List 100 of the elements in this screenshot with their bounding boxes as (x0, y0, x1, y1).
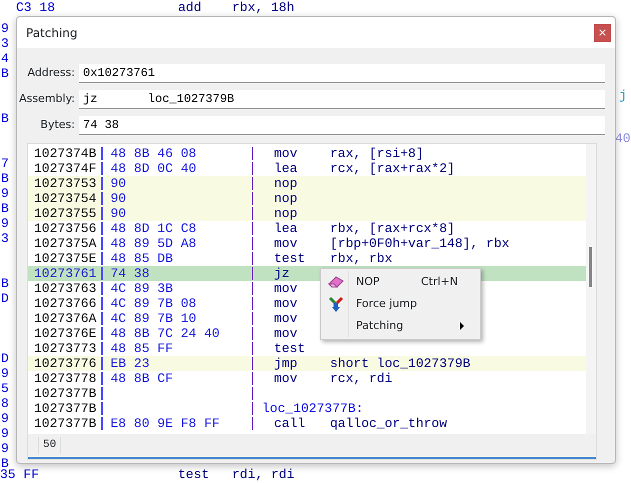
hex-fragment: 9 (1, 426, 9, 441)
mnemonic: nop (274, 176, 298, 191)
operands: rdi, rdi (232, 467, 294, 482)
hex-fragment: B (1, 66, 9, 81)
mnemonic: add (178, 0, 202, 15)
hex-fragment: 4 (1, 51, 9, 66)
operands: rcx, [rax+rax*2] (330, 161, 455, 176)
mnemonic: call (274, 416, 306, 431)
hex-bytes: EB 23 (110, 356, 151, 371)
hex-fragment: D (1, 351, 9, 366)
hex-bytes: 90 (110, 191, 128, 206)
address: 1027377B (34, 416, 98, 431)
mnemonic: test (274, 251, 306, 266)
address: 10273766 (34, 296, 98, 311)
field-label: Bytes: (39, 116, 76, 133)
address: 10273753 (34, 176, 98, 191)
operands: rbx, [rax+rcx*8] (330, 221, 455, 236)
text-field[interactable]: 74 38 (79, 116, 605, 134)
hex-bytes: 90 (110, 176, 128, 191)
address: 1027375A (34, 236, 98, 251)
dialog-title: Patching (26, 24, 78, 42)
hex-bytes: 35 FF (0, 467, 40, 482)
operands: rcx, rdi (330, 371, 392, 386)
hex-bytes: 48 8D 1C C8 (110, 221, 198, 236)
mnemonic: mov (274, 311, 298, 326)
mnemonic: nop (274, 206, 298, 221)
column-count: 50 (38, 437, 62, 454)
hex-bytes: 48 8D 0C 40 (110, 161, 198, 176)
code-label: loc_1027377B: (262, 401, 364, 416)
hex-bytes: 48 8B CF (110, 371, 174, 386)
hex-fragment: 7 (1, 156, 9, 171)
address: 1027376E (34, 326, 98, 341)
hex-fragment: 9 (1, 366, 9, 381)
hex-fragment: B (1, 201, 9, 216)
hex-bytes: E8 80 9E F8 FF (110, 416, 221, 431)
close-button[interactable]: × (594, 24, 611, 42)
hex-bytes: 48 8B 7C 24 40 (110, 326, 221, 341)
mnemonic: test (274, 341, 306, 356)
address: 10273773 (34, 341, 98, 356)
field-label: Address: (26, 64, 76, 81)
address: 10273761 (34, 266, 98, 281)
hex-fragment: B (1, 171, 9, 186)
eraser-icon (328, 275, 344, 289)
mnemonic: mov (274, 326, 298, 341)
fork-arrows-icon (328, 296, 344, 312)
instruction-fragment: j (619, 88, 627, 103)
hex-fragment: 9 (1, 216, 9, 231)
address: 1027377B (34, 401, 98, 416)
hex-bytes: 4C 89 7B 10 (110, 311, 198, 326)
menu-item[interactable]: Force jump (323, 293, 478, 315)
hex-bytes: 90 (110, 206, 128, 221)
mnemonic: lea (274, 221, 298, 236)
mnemonic: jz (274, 266, 291, 281)
mnemonic: jmp (274, 356, 298, 371)
address: 10273763 (34, 281, 98, 296)
mnemonic: lea (274, 161, 298, 176)
mnemonic: mov (274, 296, 298, 311)
address: 1027376A (34, 311, 98, 326)
mnemonic: mov (274, 236, 298, 251)
menu-item[interactable]: Patching (323, 315, 478, 337)
hex-bytes: 4C 89 3B (110, 281, 174, 296)
address: 10273756 (34, 221, 98, 236)
hex-fragment: D (1, 291, 9, 306)
mnemonic: nop (274, 191, 298, 206)
address: 1027377B (34, 386, 98, 401)
mnemonic: test (178, 467, 210, 482)
address: 10273754 (34, 191, 98, 206)
hex-fragment: 9 (1, 441, 9, 456)
hex-bytes: 48 8B 46 08 (110, 146, 198, 161)
operands: rax, [rsi+8] (330, 146, 424, 161)
hex-fragment: 5 (1, 381, 9, 396)
mnemonic: mov (274, 371, 298, 386)
operands: [rbp+0F0h+var_148], rbx (330, 236, 510, 251)
address: 10273755 (34, 206, 98, 221)
text-field[interactable]: jz loc_1027379B (79, 90, 605, 108)
hex-bytes: C3 18 (16, 0, 56, 15)
hex-fragment: 3 (1, 36, 9, 51)
hex-bytes: 48 89 5D A8 (110, 236, 198, 251)
operands: qalloc_or_throw (330, 416, 448, 431)
address: 1027374F (34, 161, 98, 176)
hex-bytes: 48 85 DB (110, 251, 174, 266)
hex-fragment: 3 (1, 231, 9, 246)
address: 10273776 (34, 356, 98, 371)
hex-bytes: 48 85 FF (110, 341, 174, 356)
hex-fragment: B (1, 111, 9, 126)
operands: short loc_1027379B (330, 356, 470, 371)
mnemonic: mov (274, 146, 298, 161)
address: 1027375E (34, 251, 98, 266)
address: 1027374B (34, 146, 98, 161)
field-label: Assembly: (18, 90, 76, 107)
hex-fragment: 9 (1, 186, 9, 201)
hex-fragment: B (1, 276, 9, 291)
hex-bytes: 74 38 (110, 266, 151, 281)
operands: rbx, rbx (330, 251, 392, 266)
text-field[interactable]: 0x10273761 (79, 64, 605, 82)
address-fragment: 40 (615, 131, 631, 146)
mnemonic: mov (274, 281, 298, 296)
hex-bytes: 4C 89 7B 08 (110, 296, 198, 311)
hex-fragment: 8 (1, 396, 9, 411)
scrollbar[interactable] (586, 144, 596, 434)
